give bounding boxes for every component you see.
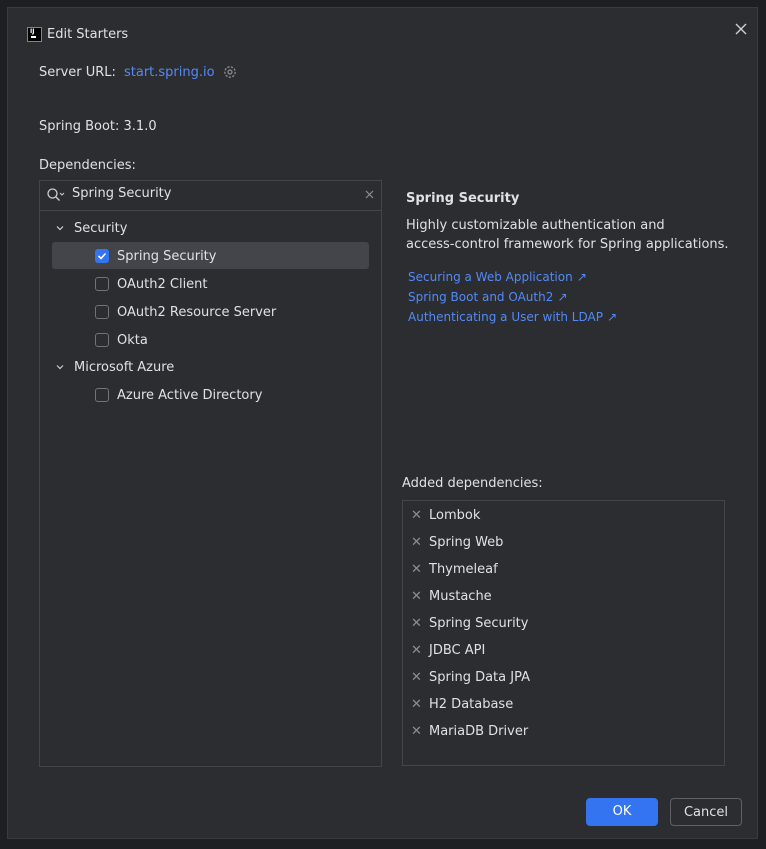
external-link-icon: ↗ [576,270,587,284]
link-label[interactable]: Authenticating a User with LDAP [408,310,603,324]
checkbox-okta[interactable] [95,333,109,347]
chevron-down-icon[interactable] [54,222,66,234]
tree-item-spring-security[interactable]: Spring Security [117,243,216,270]
remove-icon[interactable]: ✕ [411,616,422,631]
spring-boot-version-label: Spring Boot: 3.1.0 [39,119,157,134]
remove-icon[interactable]: ✕ [411,535,422,550]
added-dependency-item: Mustache [429,589,492,604]
detail-link-spring-boot-oauth2[interactable]: Spring Boot and OAuth2 ↗ [408,290,568,305]
remove-icon[interactable]: ✕ [411,724,422,739]
checkbox-oauth2-client[interactable] [95,277,109,291]
detail-link-ldap[interactable]: Authenticating a User with LDAP ↗ [408,310,617,325]
chevron-down-icon[interactable] [54,361,66,373]
remove-icon[interactable]: ✕ [411,562,422,577]
remove-icon[interactable]: ✕ [411,589,422,604]
spring-boot-version: 3.1.0 [123,119,157,134]
editor-background-bottom [0,838,766,849]
detail-link-securing-web-app[interactable]: Securing a Web Application ↗ [408,270,587,285]
search-input[interactable]: Spring Security [72,186,171,201]
editor-background [0,0,8,849]
added-dependency-item: Spring Web [429,535,504,550]
remove-icon[interactable]: ✕ [411,643,422,658]
search-icon [46,187,66,203]
search-row: Spring Security [40,180,381,211]
checkbox-spring-security[interactable] [95,249,109,263]
remove-icon[interactable]: ✕ [411,670,422,685]
detail-title: Spring Security [406,191,520,206]
link-label[interactable]: Securing a Web Application [408,270,573,284]
link-label[interactable]: Spring Boot and OAuth2 [408,290,553,304]
remove-icon[interactable]: ✕ [411,697,422,712]
tree-item-okta[interactable]: Okta [117,327,148,354]
detail-description-line2: access-control framework for Spring appl… [406,237,729,252]
tree-item-oauth2-resource-server[interactable]: OAuth2 Resource Server [117,299,276,326]
external-link-icon: ↗ [557,290,568,304]
added-dependency-item: Lombok [429,508,481,523]
tree-item-azure-active-directory[interactable]: Azure Active Directory [117,382,262,409]
added-dependency-item: H2 Database [429,697,514,712]
edit-starters-dialog: Edit Starters Server URL: start.spring.i… [8,8,757,838]
detail-description-line1: Highly customizable authentication and [406,218,665,233]
checkbox-azure-active-directory[interactable] [95,388,109,402]
added-dependencies-label: Added dependencies: [402,476,543,491]
close-icon[interactable] [732,20,750,38]
intellij-logo-icon [27,27,42,42]
added-dependency-item: Spring Security [429,616,529,631]
tree-group-microsoft-azure[interactable]: Microsoft Azure [74,354,174,381]
checkbox-oauth2-resource-server[interactable] [95,305,109,319]
added-dependency-item: MariaDB Driver [429,724,529,739]
external-link-icon: ↗ [607,310,618,324]
server-url-link[interactable]: start.spring.io [124,65,215,80]
tree-item-oauth2-client[interactable]: OAuth2 Client [117,271,208,298]
remove-icon[interactable]: ✕ [411,508,422,523]
tree-group-security[interactable]: Security [74,215,127,242]
cancel-button[interactable]: Cancel [670,798,742,826]
added-dependency-item: Spring Data JPA [429,670,530,685]
dialog-title: Edit Starters [47,27,129,42]
clear-search-icon[interactable] [363,188,377,202]
server-url-label: Server URL: [39,65,116,80]
added-dependency-item: JDBC API [429,643,486,658]
added-dependency-item: Thymeleaf [429,562,498,577]
ok-button[interactable]: OK [586,798,658,826]
spring-boot-label: Spring Boot: [39,119,120,134]
dependencies-label: Dependencies: [39,158,136,173]
gear-icon[interactable] [221,63,239,81]
